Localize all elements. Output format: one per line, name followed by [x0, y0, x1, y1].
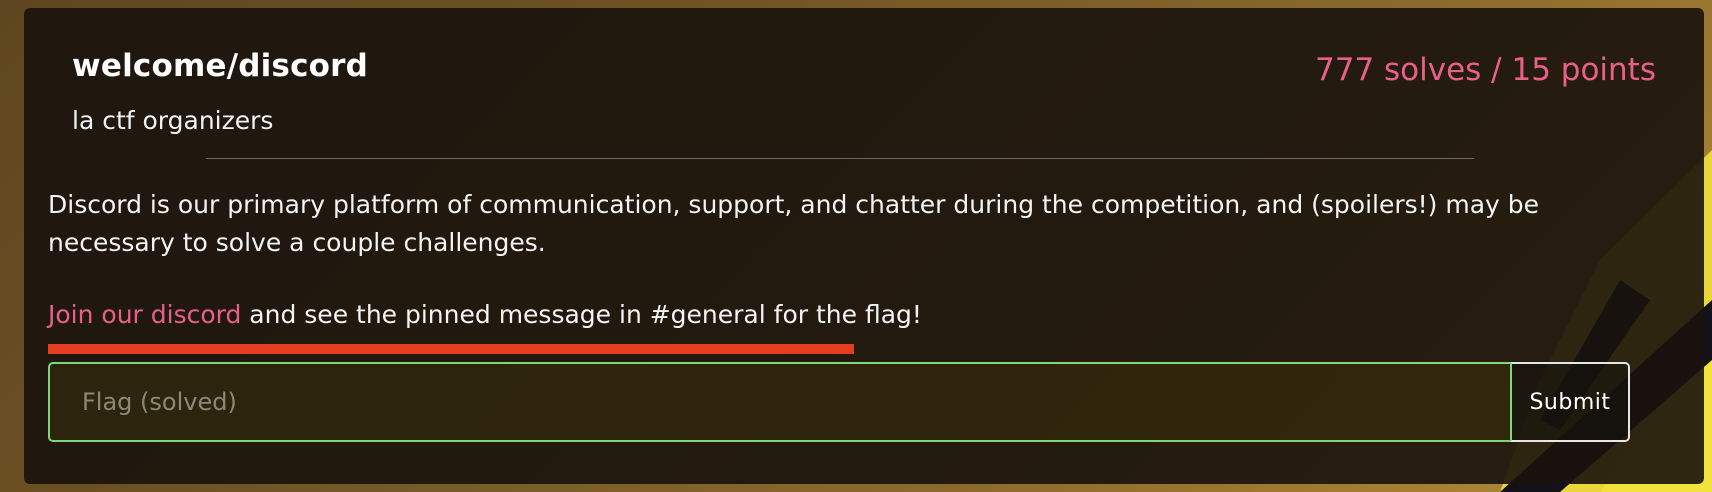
flag-submit-form: Submit: [48, 362, 1630, 442]
highlight-underline: [48, 344, 854, 354]
challenge-author: la ctf organizers: [72, 106, 274, 135]
join-discord-link[interactable]: Join our discord: [48, 300, 241, 329]
challenge-header: welcome/discord la ctf organizers 777 so…: [72, 44, 1656, 146]
flag-input[interactable]: [48, 362, 1510, 442]
header-divider: [206, 158, 1474, 159]
description-paragraph: Discord is our primary platform of commu…: [48, 190, 1540, 257]
challenge-description: Discord is our primary platform of commu…: [48, 186, 1638, 262]
challenge-title: welcome/discord: [72, 48, 369, 84]
challenge-stats: 777 solves / 15 points: [1315, 52, 1656, 88]
submit-button[interactable]: Submit: [1510, 362, 1630, 442]
join-instructions: Join our discord and see the pinned mess…: [48, 296, 922, 334]
join-instructions-text: and see the pinned message in #general f…: [241, 300, 922, 329]
